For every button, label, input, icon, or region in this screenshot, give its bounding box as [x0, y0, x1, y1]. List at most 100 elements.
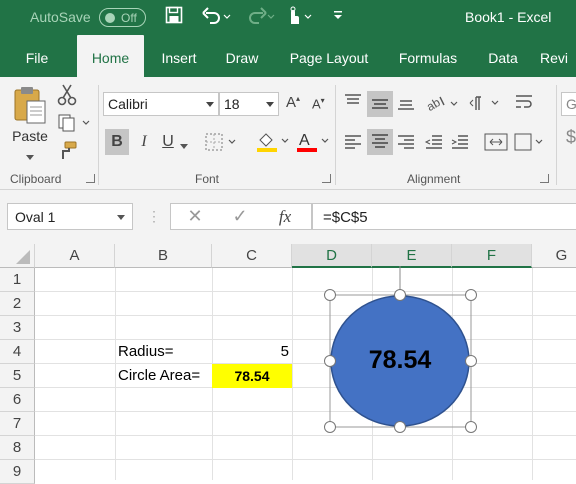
row-header-3[interactable]: 3 — [0, 316, 35, 340]
decrease-indent-icon[interactable] — [424, 133, 444, 154]
alignment-group-label: Alignment — [407, 172, 461, 186]
row-header-8[interactable]: 8 — [0, 436, 35, 460]
save-icon[interactable] — [165, 6, 183, 29]
font-name-dropdown[interactable]: Calibri — [103, 92, 219, 116]
oval-text[interactable]: 78.54 — [330, 346, 470, 375]
align-center-icon[interactable] — [367, 129, 393, 155]
font-size-dropdown[interactable]: 18 — [219, 92, 279, 116]
formula-input[interactable]: =$C$5 — [312, 203, 576, 230]
paste-label[interactable]: Paste — [10, 128, 50, 144]
gridline — [35, 387, 576, 388]
resize-handle — [465, 421, 477, 433]
font-size-value: 18 — [224, 96, 240, 112]
font-color-icon[interactable]: A — [295, 130, 331, 157]
tab-formulas[interactable]: Formulas — [388, 35, 468, 77]
currency-icon[interactable]: $ — [566, 127, 576, 148]
autosave-label: AutoSave — [30, 9, 91, 25]
gridline — [35, 315, 576, 316]
undo-icon[interactable] — [202, 6, 232, 29]
text-direction-icon[interactable] — [468, 94, 502, 115]
gridline — [115, 268, 116, 480]
cell-b4[interactable]: Radius= — [118, 340, 173, 364]
chevron-down-icon — [266, 102, 274, 107]
align-left-icon[interactable] — [343, 133, 363, 154]
bold-button[interactable]: B — [105, 129, 129, 155]
select-all-corner[interactable] — [0, 244, 35, 268]
group-divider — [98, 85, 99, 185]
row-header-4[interactable]: 4 — [0, 340, 35, 364]
column-header-c[interactable]: C — [212, 244, 292, 268]
gridline — [35, 411, 576, 412]
row-header-6[interactable]: 6 — [0, 388, 35, 412]
underline-button[interactable]: U — [158, 129, 178, 155]
align-right-icon[interactable] — [396, 133, 416, 154]
number-format-dropdown[interactable]: Ge — [561, 92, 576, 116]
copy-icon[interactable] — [57, 113, 91, 136]
gridline — [532, 268, 533, 480]
tab-data[interactable]: Data — [478, 35, 528, 77]
touch-mode-icon[interactable] — [285, 6, 317, 31]
customize-qat-icon[interactable] — [333, 10, 343, 25]
increase-font-size-icon[interactable]: A▴ — [286, 94, 300, 111]
tab-page-layout[interactable]: Page Layout — [280, 35, 378, 77]
tab-draw[interactable]: Draw — [216, 35, 268, 77]
align-top-icon[interactable] — [343, 93, 363, 114]
name-box-value: Oval 1 — [15, 209, 56, 225]
paste-icon[interactable] — [10, 85, 50, 125]
column-header-b[interactable]: B — [115, 244, 212, 268]
cell-c5[interactable]: 78.54 — [212, 364, 292, 388]
cut-icon[interactable] — [57, 84, 77, 109]
font-group-label: Font — [195, 172, 220, 186]
tab-insert[interactable]: Insert — [152, 35, 206, 77]
alignment-launcher-icon[interactable] — [540, 174, 549, 183]
resize-handle — [465, 289, 477, 301]
wrap-text-icon[interactable] — [514, 93, 536, 114]
decrease-font-size-icon[interactable]: A▾ — [312, 96, 325, 111]
enter-icon[interactable]: ✓ — [225, 203, 255, 230]
tab-review[interactable]: Revi — [540, 35, 576, 77]
resize-handle — [394, 421, 406, 433]
gridline — [35, 363, 576, 364]
font-launcher-icon[interactable] — [322, 174, 331, 183]
format-painter-icon[interactable] — [57, 141, 77, 164]
tab-home[interactable]: Home — [77, 35, 144, 77]
tab-file[interactable]: File — [14, 35, 60, 77]
clipboard-launcher-icon[interactable] — [86, 174, 95, 183]
row-header-5[interactable]: 5 — [0, 364, 35, 388]
vertical-dots-icon[interactable]: ⋮ — [147, 208, 161, 225]
ribbon: Paste Clipboard Calibri 18 A▴ A▾ B I U A… — [0, 77, 576, 190]
window-title: Book1 - Excel — [465, 9, 552, 25]
cell-c4[interactable]: 5 — [212, 340, 289, 364]
align-middle-icon[interactable] — [367, 91, 393, 117]
redo-icon[interactable] — [245, 6, 275, 29]
borders-icon[interactable] — [205, 133, 239, 154]
row-header-7[interactable]: 7 — [0, 412, 35, 436]
merge-dropdown-icon[interactable] — [514, 133, 544, 154]
row-header-2[interactable]: 2 — [0, 292, 35, 316]
underline-dropdown-icon[interactable] — [180, 137, 188, 153]
column-header-a[interactable]: A — [35, 244, 115, 268]
svg-text:A: A — [299, 132, 310, 149]
italic-button[interactable]: I — [134, 129, 154, 155]
autosave-toggle[interactable]: Off — [99, 8, 146, 27]
align-bottom-icon[interactable] — [396, 95, 416, 116]
font-name-value: Calibri — [108, 96, 148, 112]
cell-b5[interactable]: Circle Area= — [118, 364, 200, 388]
row-header-1[interactable]: 1 — [0, 268, 35, 292]
fill-color-icon[interactable] — [255, 130, 291, 157]
column-header-g[interactable]: G — [532, 244, 576, 268]
name-box[interactable]: Oval 1 — [7, 203, 133, 230]
paste-dropdown-icon[interactable] — [25, 148, 35, 164]
orientation-icon[interactable]: ab — [424, 93, 460, 116]
gridline — [35, 459, 576, 460]
merge-center-icon[interactable] — [484, 133, 508, 154]
gridline — [35, 339, 576, 340]
insert-function-button[interactable]: fx — [270, 203, 300, 230]
autosave-state: Off — [121, 11, 137, 25]
gridline — [35, 435, 576, 436]
row-header-9[interactable]: 9 — [0, 460, 35, 484]
toggle-knob — [105, 13, 115, 23]
increase-indent-icon[interactable] — [450, 133, 470, 154]
gridline — [292, 268, 293, 480]
cancel-icon[interactable]: ✕ — [180, 203, 210, 230]
